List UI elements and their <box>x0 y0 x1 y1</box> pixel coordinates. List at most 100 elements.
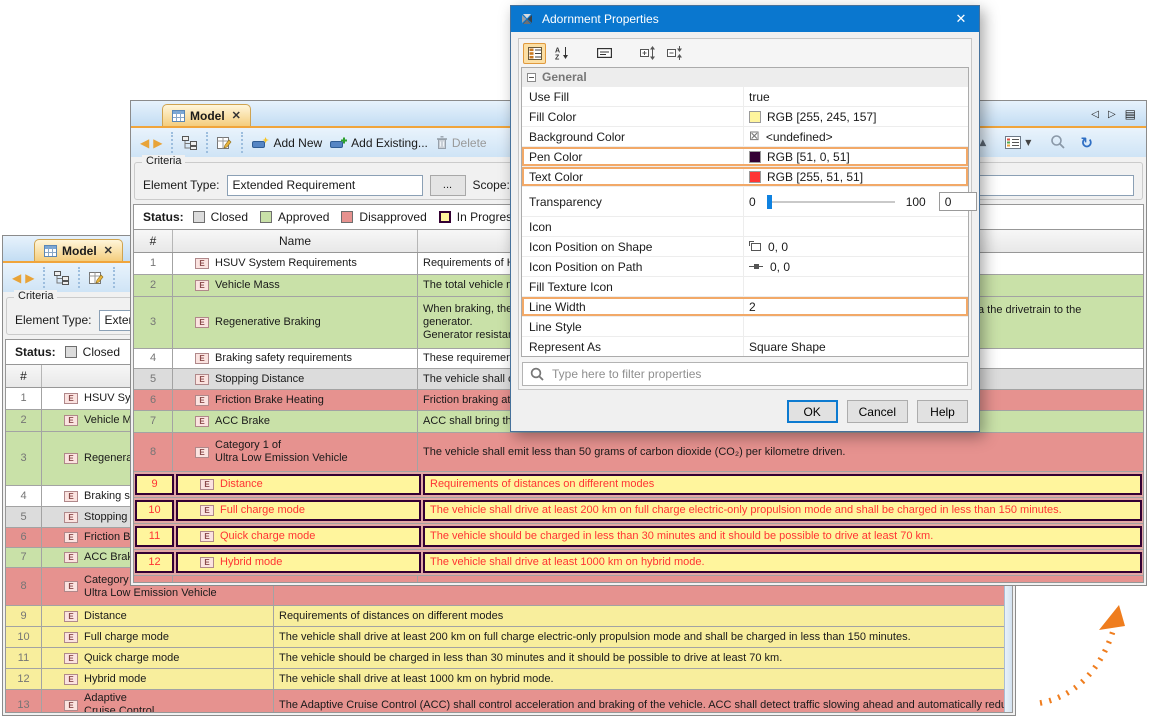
edit-table-button[interactable] <box>213 134 236 152</box>
table-row[interactable]: 9 Distance Requirements of distances on … <box>134 472 1143 498</box>
ok-button[interactable]: OK <box>787 400 838 423</box>
property-value[interactable]: 01000 <box>744 187 980 216</box>
collapse-section-icon[interactable] <box>527 73 536 82</box>
row-name-cell[interactable]: Braking safety requirements <box>173 349 418 368</box>
transparency-slider[interactable] <box>767 201 895 203</box>
row-name-cell[interactable]: Regenerative Braking <box>173 297 418 348</box>
table-row[interactable]: 11 Quick charge mode The vehicle should … <box>134 524 1143 550</box>
cancel-button[interactable]: Cancel <box>847 400 908 423</box>
filter-properties-box[interactable]: Type here to filter properties <box>522 362 968 386</box>
row-name-cell[interactable]: Friction Brake Heating <box>173 390 418 410</box>
row-text-cell[interactable]: The vehicle should be charged in less th… <box>423 526 1142 547</box>
property-value[interactable]: 2 <box>744 297 968 316</box>
row-name-cell[interactable]: Quick charge mode <box>176 526 421 547</box>
back-button[interactable]: ◀▶ <box>8 269 38 287</box>
view-options-button[interactable]: ▼ <box>1001 134 1035 151</box>
table-row[interactable]: 10 Full charge mode The vehicle shall dr… <box>134 498 1143 524</box>
row-name-cell[interactable]: Category 1 of Ultra Low Emission Vehicle <box>173 433 418 471</box>
table-row[interactable]: 13 Adaptive Cruise Control The Adaptive … <box>134 576 1143 582</box>
property-row-use-fill[interactable]: Use Fill true <box>522 86 968 106</box>
add-new-button[interactable]: Add New <box>248 134 326 152</box>
property-row-background-color[interactable]: Background Color ⊠<undefined> <box>522 126 968 146</box>
property-row-line-style[interactable]: Line Style <box>522 316 968 336</box>
row-name-cell[interactable]: Full charge mode <box>176 500 421 521</box>
property-value[interactable]: 0, 0 <box>744 237 968 256</box>
close-tab-icon[interactable]: ✕ <box>104 244 113 257</box>
property-row-icon[interactable]: Icon <box>522 216 968 236</box>
tab-model[interactable]: Model ✕ <box>34 239 123 261</box>
transparency-value-input[interactable]: 0 <box>939 192 977 211</box>
search-button[interactable] <box>1050 134 1065 152</box>
row-name-cell[interactable]: Hybrid mode <box>176 552 421 573</box>
property-row-fill-color[interactable]: Fill Color RGB [255, 245, 157] <box>522 106 968 126</box>
row-name-cell[interactable]: Stopping Distance <box>173 369 418 389</box>
property-value[interactable]: ⊠<undefined> <box>744 127 968 146</box>
property-row-represent-as[interactable]: Represent As Square Shape <box>522 336 968 356</box>
property-row-transparency[interactable]: Transparency 01000 <box>522 186 968 216</box>
table-row[interactable]: 13 Adaptive Cruise Control The Adaptive … <box>6 690 1012 712</box>
categorized-view-button[interactable] <box>523 43 546 64</box>
description-area-button[interactable] <box>593 43 616 64</box>
row-name-cell[interactable]: HSUV System Requirements <box>173 253 418 274</box>
previous-tab-icon[interactable]: ◁ <box>1091 109 1099 120</box>
row-text-cell[interactable]: The vehicle shall drive at least 1000 km… <box>274 669 1012 689</box>
row-name-cell[interactable]: Adaptive Cruise Control <box>42 690 274 712</box>
row-name-cell[interactable]: Distance <box>176 474 421 495</box>
property-value[interactable]: true <box>744 87 968 106</box>
property-row-pen-color[interactable]: Pen Color RGB [51, 0, 51] <box>522 146 968 166</box>
row-text-cell[interactable]: The vehicle should be charged in less th… <box>274 648 1012 668</box>
close-icon[interactable]: ✕ <box>943 6 979 32</box>
collapse-all-button[interactable] <box>663 43 686 64</box>
row-name-cell[interactable]: ACC Brake <box>173 411 418 432</box>
tab-model[interactable]: Model ✕ <box>162 104 251 126</box>
property-value[interactable]: Square Shape <box>744 337 968 356</box>
property-row-line-width[interactable]: Line Width 2 <box>522 296 968 316</box>
row-text-cell[interactable]: Requirements of distances on different m… <box>274 606 1012 626</box>
table-row[interactable]: 12 Hybrid mode The vehicle shall drive a… <box>6 669 1012 690</box>
property-value[interactable]: RGB [255, 51, 51] <box>744 167 968 186</box>
tab-list-icon[interactable]: ▤ <box>1125 107 1136 121</box>
property-value[interactable]: RGB [51, 0, 51] <box>744 147 968 166</box>
back-button[interactable]: ◀▶ <box>136 134 166 152</box>
row-text-cell[interactable]: The vehicle shall drive at least 200 km … <box>423 500 1142 521</box>
property-row-text-color[interactable]: Text Color RGB [255, 51, 51] <box>522 166 968 186</box>
row-text-cell[interactable]: The Adaptive Cruise Control (ACC) shall … <box>418 576 1143 582</box>
table-row[interactable]: 8 Category 1 of Ultra Low Emission Vehic… <box>134 433 1143 472</box>
sort-alphabetically-button[interactable]: A Z <box>550 43 573 64</box>
slider-thumb[interactable] <box>767 195 772 209</box>
property-value[interactable] <box>744 317 968 336</box>
property-value[interactable]: 0, 0 <box>744 257 968 276</box>
row-text-cell[interactable]: The Adaptive Cruise Control (ACC) shall … <box>274 690 1012 712</box>
table-row[interactable]: 11 Quick charge mode The vehicle should … <box>6 648 1012 669</box>
row-text-cell[interactable]: Requirements of distances on different m… <box>423 474 1142 495</box>
row-name-cell[interactable]: Vehicle Mass <box>173 275 418 296</box>
row-text-cell[interactable]: The vehicle shall drive at least 200 km … <box>274 627 1012 647</box>
column-header-name[interactable]: Name <box>173 230 418 252</box>
row-text-cell[interactable]: The vehicle shall emit less than 50 gram… <box>418 433 1143 471</box>
property-value[interactable] <box>744 277 968 296</box>
row-name-cell[interactable]: Adaptive Cruise Control <box>173 576 418 582</box>
expand-all-button[interactable] <box>636 43 659 64</box>
row-name-cell[interactable]: Hybrid mode <box>42 669 274 689</box>
table-row[interactable]: 10 Full charge mode The vehicle shall dr… <box>6 627 1012 648</box>
show-in-tree-button[interactable] <box>50 269 73 287</box>
show-in-tree-button[interactable] <box>178 134 201 152</box>
property-value[interactable]: RGB [255, 245, 157] <box>744 107 968 126</box>
element-type-input[interactable]: Extended Requirement <box>227 175 423 196</box>
help-button[interactable]: Help <box>917 400 968 423</box>
section-header-general[interactable]: General <box>522 68 968 86</box>
column-header-number[interactable]: # <box>6 365 42 387</box>
table-row[interactable]: 9 Distance Requirements of distances on … <box>6 606 1012 627</box>
close-tab-icon[interactable]: ✕ <box>232 109 241 122</box>
row-text-cell[interactable]: The vehicle shall drive at least 1000 km… <box>423 552 1142 573</box>
property-row-icon-position-on-path[interactable]: Icon Position on Path 0, 0 <box>522 256 968 276</box>
edit-table-button[interactable] <box>85 269 108 287</box>
next-tab-icon[interactable]: ▷ <box>1108 109 1116 120</box>
property-value[interactable] <box>744 217 968 236</box>
row-name-cell[interactable]: Full charge mode <box>42 627 274 647</box>
add-existing-button[interactable]: Add Existing... <box>326 134 432 152</box>
delete-button[interactable]: Delete <box>432 134 491 152</box>
refresh-icon[interactable]: ↻ <box>1080 134 1093 152</box>
row-name-cell[interactable]: Quick charge mode <box>42 648 274 668</box>
property-row-fill-texture-icon[interactable]: Fill Texture Icon <box>522 276 968 296</box>
